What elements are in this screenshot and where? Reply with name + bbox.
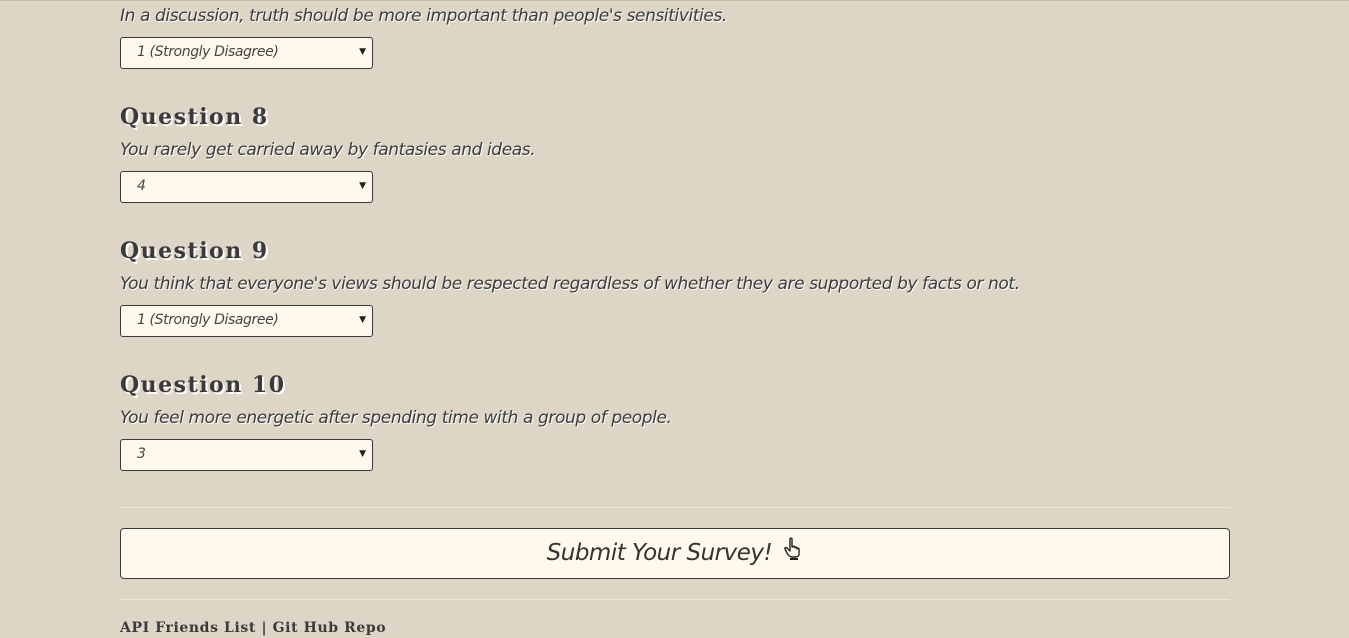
footer: API Friends List | Git Hub Repo [120, 620, 386, 636]
question-9-select[interactable]: 1 (Strongly Disagree) ▼ [120, 305, 373, 337]
question-7-text: In a discussion, truth should be more im… [120, 6, 727, 26]
divider [120, 507, 1230, 508]
submit-survey-button[interactable]: Submit Your Survey! [120, 528, 1230, 579]
chevron-down-icon: ▼ [359, 449, 366, 459]
question-8-heading: Question 8 [120, 104, 269, 130]
divider [120, 599, 1230, 600]
chevron-down-icon: ▼ [359, 47, 366, 57]
question-10-text: You feel more energetic after spending t… [120, 408, 672, 428]
chevron-down-icon: ▼ [359, 181, 366, 191]
chevron-down-icon: ▼ [359, 315, 366, 325]
question-9-selected-value: 1 (Strongly Disagree) [137, 312, 279, 328]
question-8-text: You rarely get carried away by fantasies… [120, 140, 536, 160]
submit-button-label: Submit Your Survey! [546, 540, 773, 566]
question-10-selected-value: 3 [137, 446, 146, 462]
question-7-select[interactable]: 1 (Strongly Disagree) ▼ [120, 37, 373, 69]
question-7-selected-value: 1 (Strongly Disagree) [137, 44, 279, 60]
question-8-selected-value: 4 [137, 178, 146, 194]
pointing-hand-icon [783, 537, 803, 565]
api-friends-list-link[interactable]: API Friends List [120, 620, 256, 636]
footer-separator: | [261, 620, 268, 636]
question-8-select[interactable]: 4 ▼ [120, 171, 373, 203]
question-10-select[interactable]: 3 ▼ [120, 439, 373, 471]
question-9-text: You think that everyone's views should b… [120, 274, 1020, 294]
question-10-heading: Question 10 [120, 372, 286, 398]
github-repo-link[interactable]: Git Hub Repo [273, 620, 387, 636]
question-9-heading: Question 9 [120, 238, 269, 264]
